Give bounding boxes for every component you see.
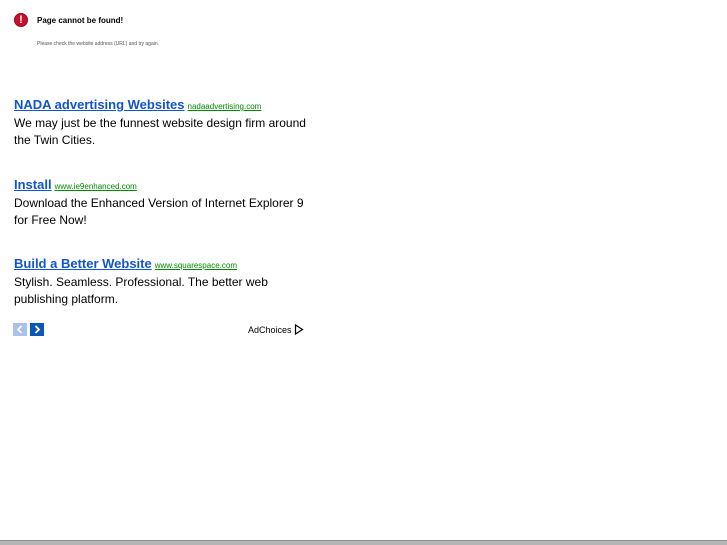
window-bottom-border [0,540,727,545]
adchoices-icon [294,324,304,335]
ad-url-link[interactable]: nadaadvertising.com [188,102,262,111]
ad-prev-button[interactable] [13,323,27,336]
ad-headline: NADA advertising Websites nadaadvertising… [14,96,314,113]
ad-item: NADA advertising Websites nadaadvertising… [14,96,314,149]
error-detail: Please check the website address (URL) a… [37,41,160,47]
error-title: Page cannot be found! [37,16,124,25]
ad-url-link[interactable]: www.squarespace.com [155,261,237,270]
ad-title-link[interactable]: Build a Better Website [14,256,152,271]
ad-description: We may just be the funnest website desig… [14,116,306,147]
ad-url-link[interactable]: www.ie9enhanced.com [55,182,137,191]
error-icon: ! [14,13,28,27]
ad-next-button[interactable] [30,323,44,336]
chevron-left-icon [16,325,23,334]
ad-title-link[interactable]: NADA advertising Websites [14,97,185,112]
chevron-right-icon [34,325,41,334]
ad-item: Build a Better Website www.squarespace.co… [14,255,314,308]
adchoices-link[interactable]: AdChoices [248,324,304,336]
ad-headline: Build a Better Website www.squarespace.co… [14,255,314,272]
ad-description: Stylish. Seamless. Professional. The bet… [14,275,268,306]
ad-item: Install www.ie9enhanced.com Download the … [14,176,314,229]
adchoices-label: AdChoices [248,325,292,335]
ad-description: Download the Enhanced Version of Interne… [14,196,304,227]
ad-headline: Install www.ie9enhanced.com [14,176,314,193]
ad-title-link[interactable]: Install [14,177,52,192]
